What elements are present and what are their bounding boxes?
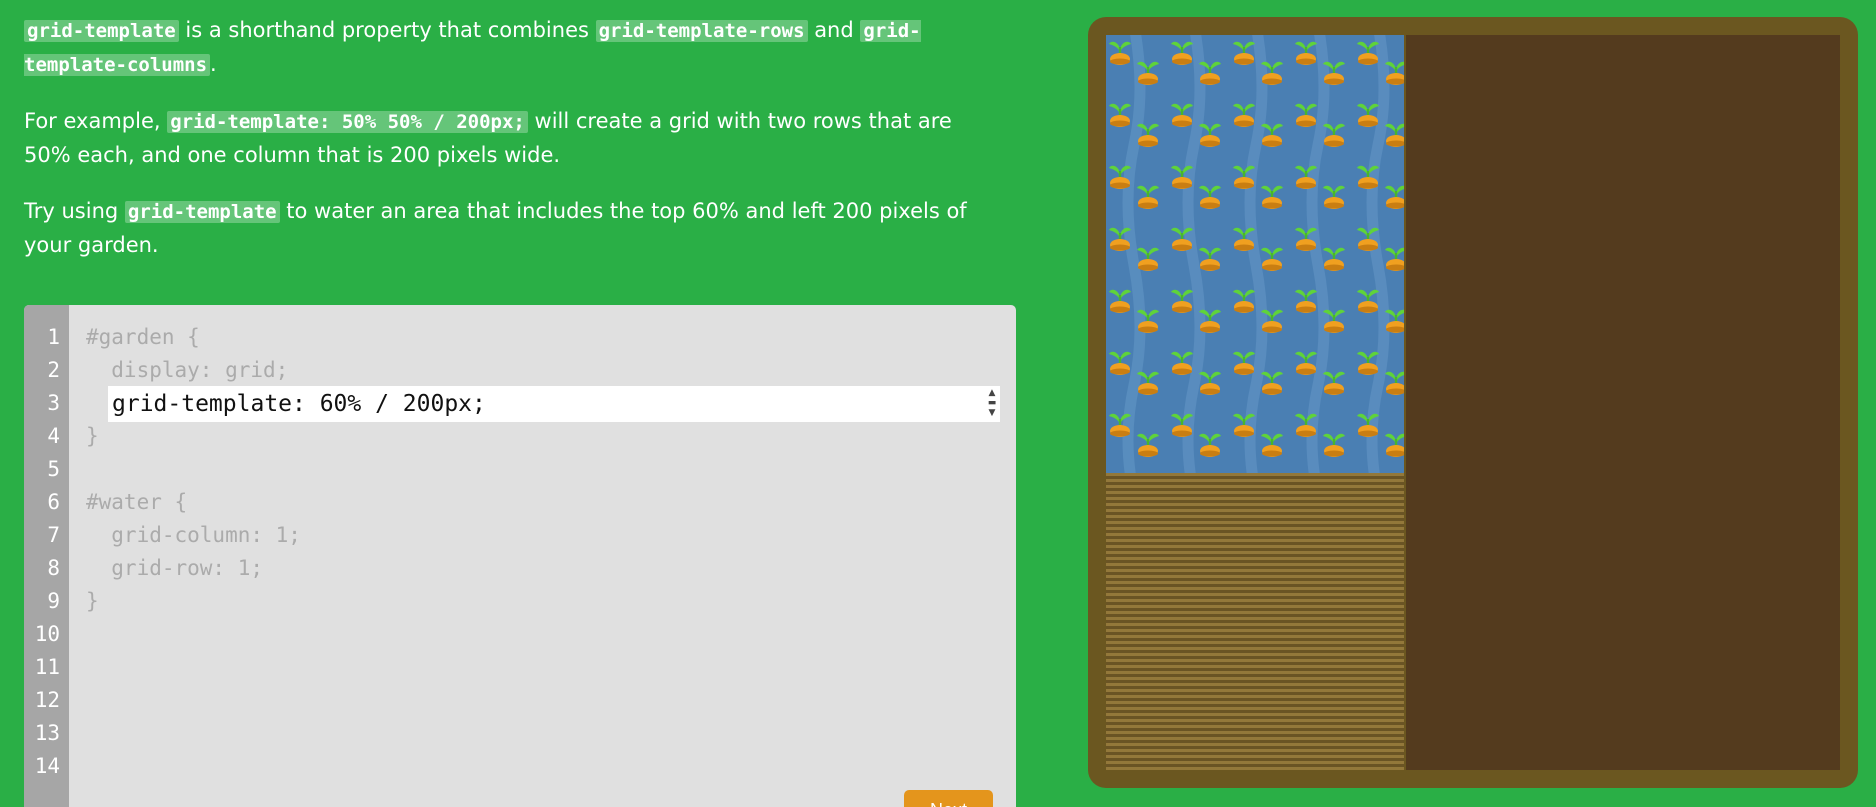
water-waves (1122, 35, 1390, 473)
line-number: 10 (34, 622, 60, 646)
line-number: 4 (47, 424, 60, 448)
inline-code: grid-template: 50% 50% / 200px; (167, 111, 528, 133)
code-line: display: grid; (86, 358, 289, 382)
inline-code: grid-template-rows (595, 20, 808, 42)
instruction-text: and (807, 18, 861, 42)
plowed-soil-area (1106, 473, 1404, 770)
css-editor: 1 2 3 4 5 6 7 8 9 10 11 12 13 14 #garden… (24, 305, 1016, 807)
inline-code: grid-template (124, 201, 280, 223)
line-number: 5 (47, 457, 60, 481)
line-number: 6 (47, 490, 60, 514)
code-line: #water { (86, 490, 188, 514)
instructions: grid-template is a shorthand property th… (24, 14, 1004, 285)
code-line: grid-row: 1; (86, 556, 264, 580)
line-number: 1 (47, 325, 60, 349)
line-number: 9 (47, 589, 60, 613)
instruction-text: Try using (24, 199, 125, 223)
line-number: 14 (34, 754, 60, 778)
instruction-text: is a shorthand property that combines (178, 18, 596, 42)
inline-code: grid-template (24, 20, 179, 42)
css-answer-input[interactable] (108, 386, 1000, 422)
code-line: } (86, 424, 99, 448)
line-number: 3 (47, 391, 60, 415)
water-area (1106, 35, 1404, 473)
code-line: #garden { (86, 325, 200, 349)
instruction-paragraph-3: Try using grid-template to water an area… (24, 195, 1004, 262)
code-line: grid-column: 1; (86, 523, 301, 547)
line-number: 8 (47, 556, 60, 580)
line-number: 11 (34, 655, 60, 679)
line-number-gutter: 1 2 3 4 5 6 7 8 9 10 11 12 13 14 (24, 305, 69, 807)
instruction-paragraph-1: grid-template is a shorthand property th… (24, 14, 1004, 82)
garden-column-divider (1404, 35, 1406, 770)
code-line: } (86, 589, 99, 613)
line-number: 12 (34, 688, 60, 712)
instruction-text: For example, (24, 109, 168, 133)
water-pattern (1109, 35, 1404, 473)
next-button[interactable]: Next (904, 790, 993, 807)
line-number: 2 (47, 358, 60, 382)
line-number: 7 (47, 523, 60, 547)
instruction-paragraph-2: For example, grid-template: 50% 50% / 20… (24, 105, 1004, 172)
line-number: 13 (34, 721, 60, 745)
instruction-text: . (210, 52, 217, 76)
input-scroll-arrows[interactable]: ▲ ▬ ▼ (986, 388, 998, 420)
